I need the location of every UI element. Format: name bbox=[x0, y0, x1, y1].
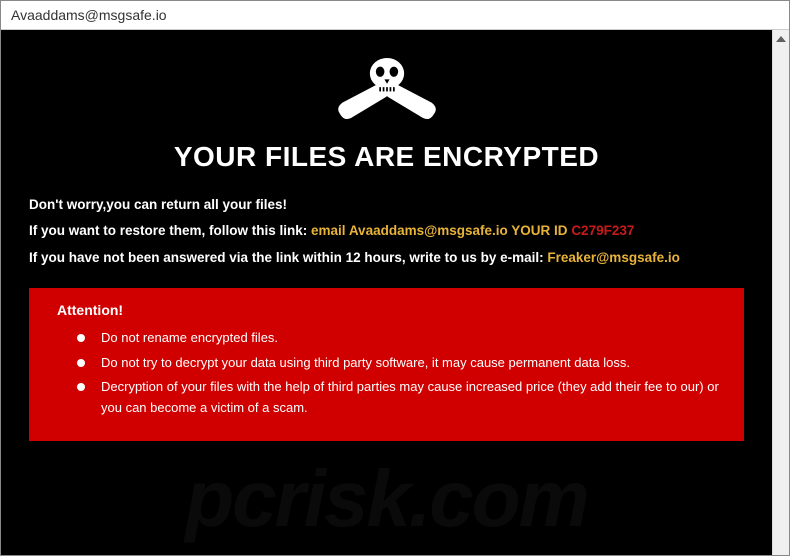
your-id-label: YOUR ID bbox=[508, 223, 572, 238]
intro-text: Don't worry,you can return all your file… bbox=[29, 197, 287, 212]
skull-logo-wrap bbox=[29, 48, 744, 133]
attention-box: Attention! Do not rename encrypted files… bbox=[29, 288, 744, 441]
list-item: Do not try to decrypt your data using th… bbox=[77, 353, 724, 374]
window-titlebar: Avaaddams@msgsafe.io bbox=[1, 1, 789, 30]
ransom-window: Avaaddams@msgsafe.io bbox=[0, 0, 790, 556]
list-item: Decryption of your files with the help o… bbox=[77, 377, 724, 419]
attention-title: Attention! bbox=[57, 302, 724, 318]
intro-line-1: Don't worry,you can return all your file… bbox=[29, 195, 744, 215]
vertical-scrollbar[interactable] bbox=[772, 30, 789, 555]
list-item: Do not rename encrypted files. bbox=[77, 328, 724, 349]
email-label: email bbox=[311, 223, 349, 238]
watermark-text: pcrisk.com bbox=[1, 453, 772, 545]
headline: YOUR FILES ARE ENCRYPTED bbox=[29, 141, 744, 173]
skull-crossbones-icon bbox=[327, 48, 447, 128]
victim-id: C279F237 bbox=[571, 223, 634, 238]
intro-line-2: If you want to restore them, follow this… bbox=[29, 221, 744, 241]
chevron-up-icon bbox=[776, 36, 786, 42]
contact-email-2: Freaker@msgsafe.io bbox=[547, 250, 679, 265]
ransom-content: YOUR FILES ARE ENCRYPTED Don't worry,you… bbox=[1, 30, 772, 555]
content-area: YOUR FILES ARE ENCRYPTED Don't worry,you… bbox=[1, 30, 789, 555]
scroll-up-button[interactable] bbox=[773, 30, 789, 47]
window-title: Avaaddams@msgsafe.io bbox=[11, 7, 167, 23]
attention-list: Do not rename encrypted files. Do not tr… bbox=[57, 328, 724, 419]
intro-line-3: If you have not been answered via the li… bbox=[29, 248, 744, 268]
line2-prefix: If you want to restore them, follow this… bbox=[29, 223, 311, 238]
contact-email-1: Avaaddams@msgsafe.io bbox=[349, 223, 508, 238]
line3-prefix: If you have not been answered via the li… bbox=[29, 250, 547, 265]
